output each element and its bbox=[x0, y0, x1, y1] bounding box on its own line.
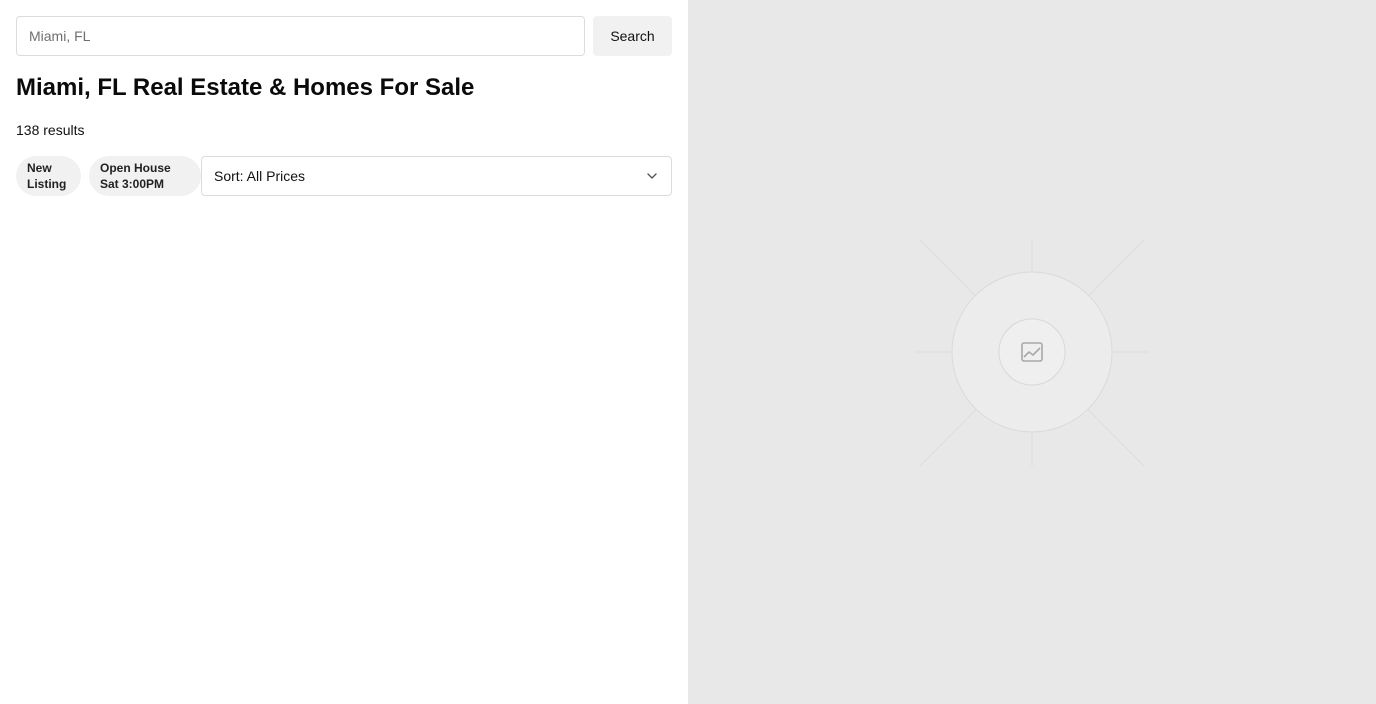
map-loading-placeholder bbox=[916, 239, 1148, 467]
sort-dropdown-label: Sort: All Prices bbox=[214, 168, 306, 184]
page-title: Miami, FL Real Estate & Homes For Sale bbox=[16, 74, 475, 101]
chevron-down-icon bbox=[645, 169, 659, 183]
results-count: 138 results bbox=[16, 122, 85, 138]
open-house-filter-chip[interactable]: Open House Sat 3:00PM bbox=[89, 156, 201, 196]
chip-label-line1: New bbox=[27, 161, 52, 175]
sort-dropdown[interactable]: Sort: All Prices bbox=[201, 156, 672, 196]
new-listing-filter-chip[interactable]: New Listing bbox=[16, 156, 81, 196]
chip-label-line1: Open House bbox=[100, 161, 171, 175]
filter-chips: New Listing Open House Sat 3:00PM bbox=[16, 156, 201, 196]
chip-label-line2: Sat 3:00PM bbox=[100, 177, 165, 191]
search-bar: Search bbox=[16, 16, 672, 56]
image-placeholder-icon bbox=[1020, 340, 1044, 364]
map-panel[interactable] bbox=[688, 0, 1376, 704]
search-button[interactable]: Search bbox=[593, 16, 672, 56]
listing-panel: Search Miami, FL Real Estate & Homes For… bbox=[0, 0, 688, 704]
search-input[interactable] bbox=[16, 16, 585, 56]
chip-label-line2: Listing bbox=[27, 177, 67, 191]
